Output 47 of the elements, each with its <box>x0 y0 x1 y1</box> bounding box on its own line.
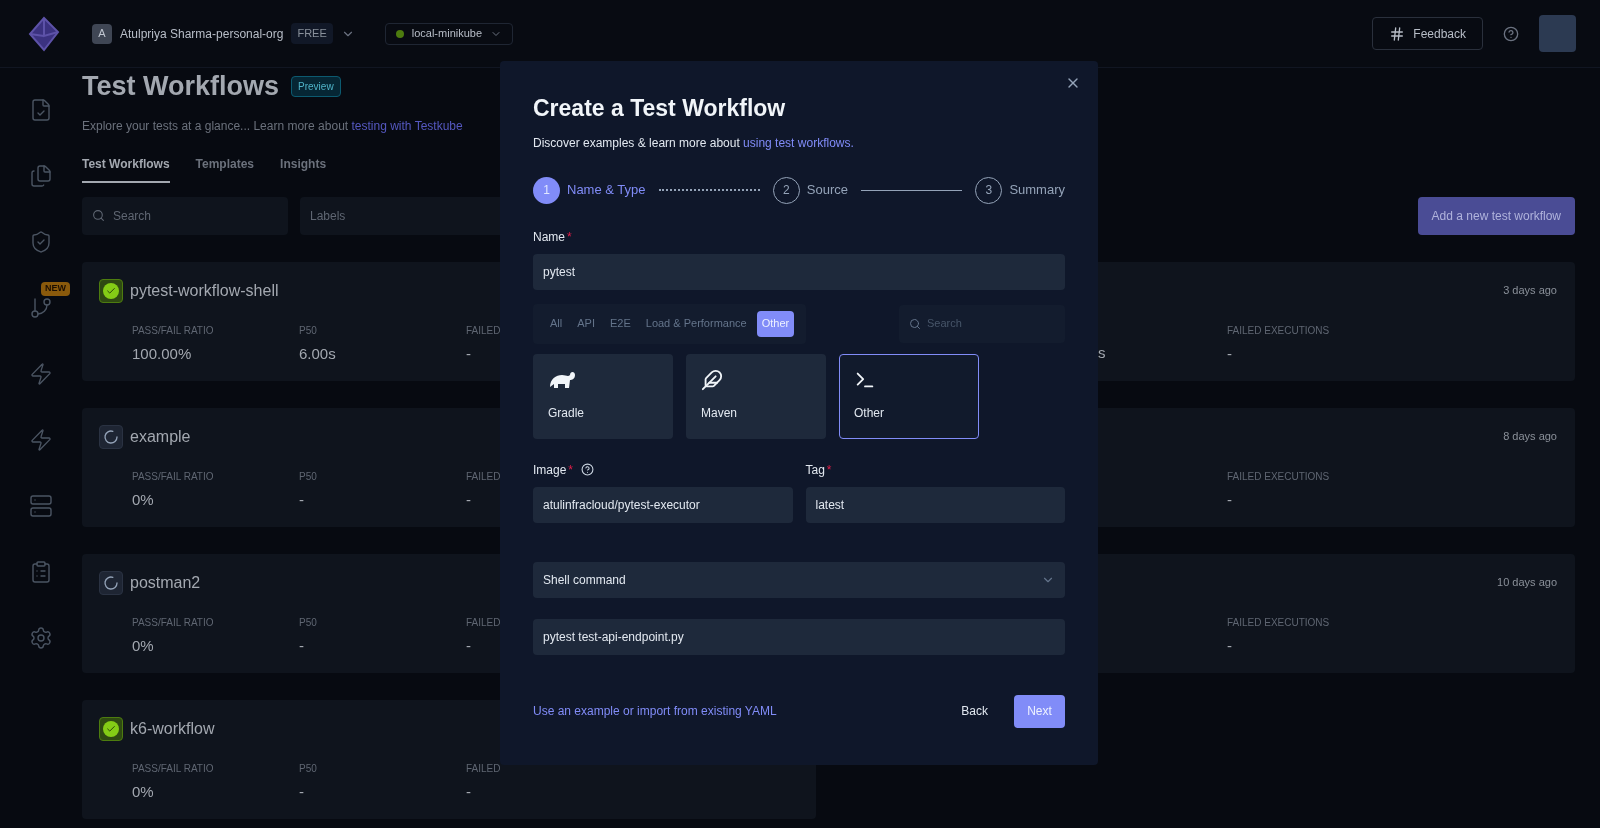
image-label: Image * <box>533 461 574 479</box>
stat-label: PASS/FAIL RATIO <box>132 469 214 484</box>
step-number: 1 <box>533 176 560 204</box>
stat-label: FAILED <box>466 469 501 484</box>
stat-value: 0% <box>132 489 154 510</box>
modal-title: Create a Test Workflow <box>533 94 787 123</box>
step-label: Summary <box>1009 181 1065 200</box>
stat-label: P50 <box>299 323 317 338</box>
stat-value: - <box>299 781 304 802</box>
stat-label: PASS/FAIL RATIO <box>132 323 214 338</box>
stat-label: P50 <box>299 761 317 776</box>
stat-label: FAILED EXECUTIONS <box>1227 615 1330 630</box>
stat-label: FAILED <box>466 323 501 338</box>
stat-label: PASS/FAIL RATIO <box>132 615 214 630</box>
tag-label: Tag * <box>805 461 833 479</box>
plan-badge: FREE <box>291 23 333 44</box>
stat-value: - <box>466 635 471 656</box>
time-ago: 8 days ago <box>1503 429 1557 445</box>
stat-label: FAILED <box>466 615 501 630</box>
page-title: Test Workflows <box>82 70 280 103</box>
time-ago: 10 days ago <box>1497 575 1557 591</box>
stat-label: FAILED EXECUTIONS <box>1227 469 1330 484</box>
stat-value: - <box>299 489 304 510</box>
preview-badge: Preview <box>291 75 341 97</box>
time-ago: 3 days ago <box>1503 283 1557 299</box>
stat-label: FAILED <box>466 761 501 776</box>
step-label: Source <box>806 181 849 200</box>
stat-value: 0% <box>132 635 154 656</box>
stat-value: s <box>1098 342 1106 363</box>
stat-value: - <box>1227 635 1232 656</box>
stat-value: 6.00s <box>299 343 336 364</box>
stat-value: 100.00% <box>132 343 192 364</box>
org-avatar: A <box>92 23 112 44</box>
stat-value: 0% <box>132 781 154 802</box>
stat-value: - <box>1227 343 1232 364</box>
stat-label: P50 <box>299 615 317 630</box>
stat-value: - <box>466 781 471 802</box>
page-description: Explore your tests at a glance... Learn more about testing with Testkube <box>82 117 464 135</box>
stat-value: - <box>1227 489 1232 510</box>
new-badge: NEW <box>41 282 70 296</box>
stat-label: PASS/FAIL RATIO <box>132 761 214 776</box>
stat-value: - <box>299 635 304 656</box>
stat-label: FAILED EXECUTIONS <box>1227 323 1330 338</box>
modal-subtitle: Discover examples & learn more about using test workflows. <box>533 134 855 152</box>
stat-value: - <box>466 489 471 510</box>
stat-label: P50 <box>299 469 317 484</box>
stat-value: - <box>466 343 471 364</box>
